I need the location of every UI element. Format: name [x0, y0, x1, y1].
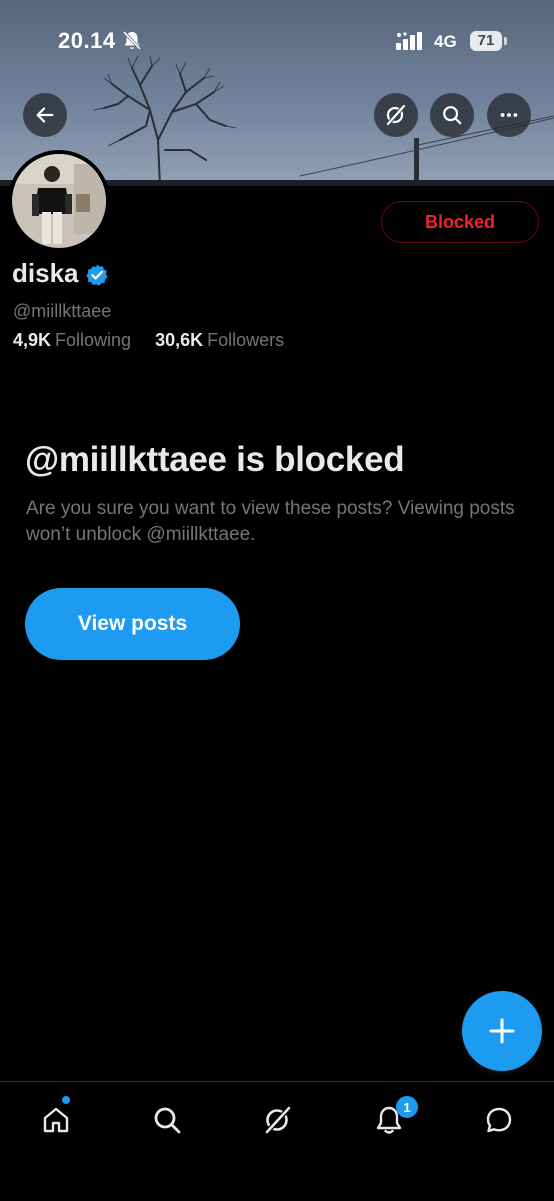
- status-bar: 20.14 4G 71: [0, 0, 554, 80]
- blocked-button[interactable]: Blocked: [381, 201, 539, 243]
- battery-level: 71: [470, 31, 502, 51]
- search-icon: [154, 1107, 181, 1134]
- bell-off-icon: [122, 30, 142, 51]
- bottom-nav: 1: [0, 1081, 554, 1201]
- arrow-left-icon: [36, 107, 54, 123]
- blocked-description: Are you sure you want to view these post…: [26, 498, 515, 545]
- nav-grok[interactable]: [258, 1100, 298, 1140]
- grok-button[interactable]: [374, 93, 418, 137]
- following-link[interactable]: 4,9K Following: [13, 330, 136, 350]
- followers-count: 30,6K: [155, 330, 204, 350]
- view-posts-button[interactable]: View posts: [25, 588, 240, 660]
- following-count: 4,9K: [13, 330, 52, 350]
- compose-button[interactable]: [462, 991, 542, 1071]
- name-row: diska: [12, 258, 109, 289]
- blocked-title: @miillkttaee is blocked: [25, 440, 405, 479]
- avatar-image: [12, 154, 106, 248]
- following-label: Following: [55, 330, 132, 350]
- search-icon: [443, 106, 462, 125]
- network-type: 4G: [434, 32, 457, 51]
- grok-icon: [386, 104, 406, 126]
- followers-label: Followers: [207, 330, 285, 350]
- signal-icon: [396, 32, 422, 50]
- plus-icon: [489, 1018, 515, 1044]
- message-icon: [486, 1107, 512, 1133]
- avatar[interactable]: [8, 150, 110, 252]
- back-button[interactable]: [23, 93, 67, 137]
- profile-stats: 4,9K Following 30,6K Followers: [13, 330, 284, 351]
- home-icon: [43, 1107, 69, 1133]
- battery-tip: [504, 37, 507, 45]
- followers-link[interactable]: 30,6K Followers: [155, 330, 284, 350]
- verified-badge-icon[interactable]: [85, 263, 109, 287]
- more-button[interactable]: [487, 93, 531, 137]
- nav-search[interactable]: [147, 1100, 187, 1140]
- grok-icon: [265, 1106, 291, 1134]
- search-button[interactable]: [430, 93, 474, 137]
- nav-home[interactable]: [36, 1100, 76, 1140]
- more-icon: [500, 113, 518, 117]
- home-unread-dot: [62, 1096, 70, 1104]
- notification-badge: 1: [396, 1096, 418, 1118]
- display-name: diska: [12, 258, 79, 288]
- handle: @miillkttaee: [13, 301, 112, 321]
- nav-messages[interactable]: [479, 1100, 519, 1140]
- status-time: 20.14: [58, 28, 116, 53]
